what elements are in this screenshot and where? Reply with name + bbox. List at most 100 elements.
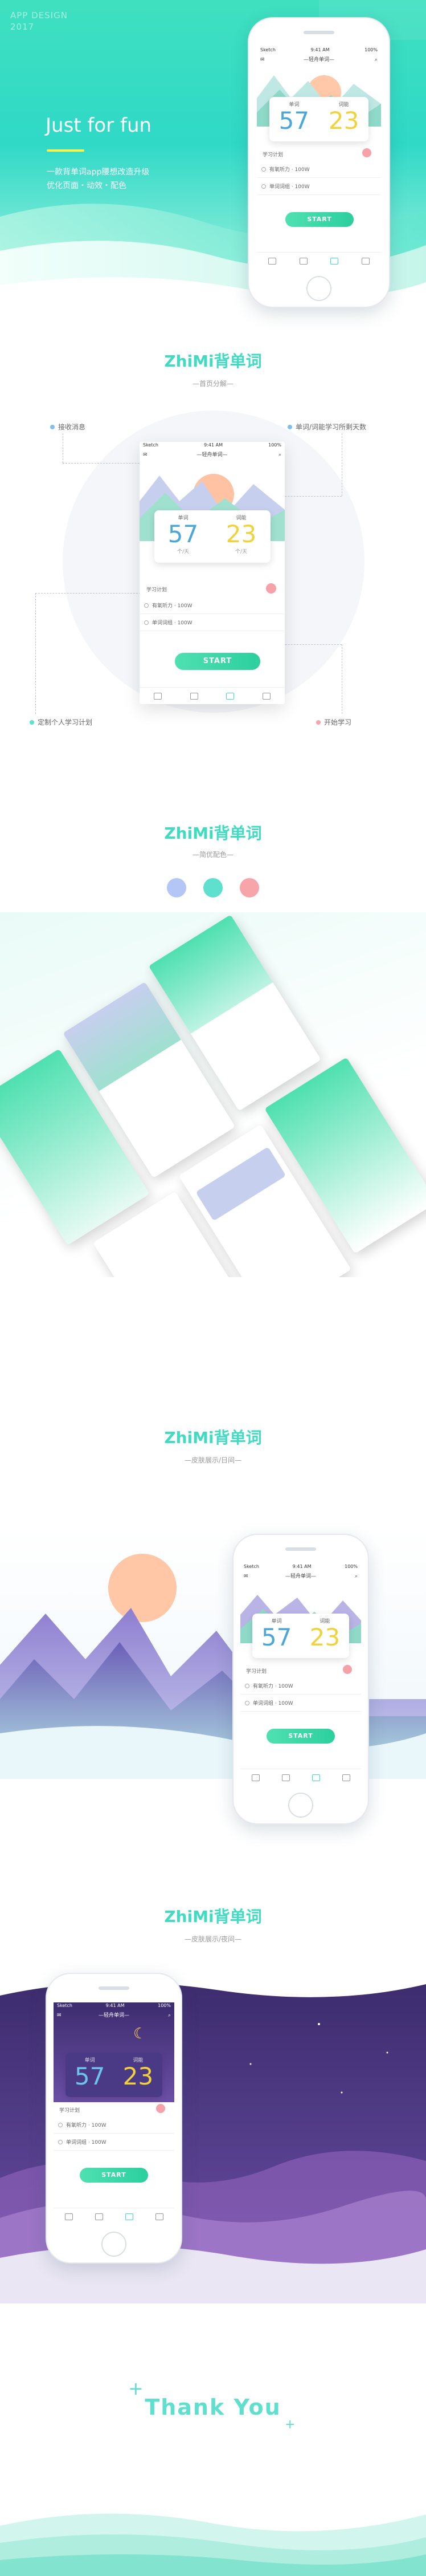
annotation-line	[35, 593, 149, 594]
phone-speaker	[304, 31, 334, 34]
plan-label[interactable]: 学习计划	[59, 2106, 80, 2114]
plan-add-button[interactable]	[343, 1665, 352, 1674]
plan-add-button[interactable]	[362, 148, 371, 157]
list-item[interactable]: 有氧听力 · 100W	[240, 1677, 361, 1695]
annotation-text: 接收消息	[58, 423, 86, 431]
radio-icon	[58, 2139, 63, 2144]
start-button[interactable]: START	[267, 1729, 335, 1744]
app-header-title: —轻舟单词—	[98, 2013, 129, 2018]
tab-plan-icon[interactable]	[125, 2213, 133, 2220]
days-stat: 词能 23	[319, 97, 368, 141]
status-carrier: Sketch	[57, 2003, 72, 2008]
day-phone-screen: Sketch 9:41 AM 100% ✉ —轻舟单词— ⌕ 单词 57 词能 …	[240, 1563, 361, 1786]
start-button[interactable]: START	[80, 2168, 148, 2183]
annotation-text: 单词/词能学习所剩天数	[296, 423, 367, 431]
hero-accent-bar	[47, 149, 84, 152]
list-item[interactable]: 单词词组 · 100W	[257, 178, 381, 195]
radio-icon	[245, 1700, 249, 1705]
phone-speaker	[285, 1547, 316, 1551]
plan-list: 有氧听力 · 100W 单词词组 · 100W	[240, 1677, 361, 1712]
tab-bar	[240, 1769, 361, 1786]
radio-icon	[261, 184, 266, 189]
tab-bar	[140, 687, 285, 704]
annotation-dot-icon	[50, 424, 55, 429]
hero-tag-line2: 2017	[10, 22, 35, 32]
tab-book-icon[interactable]	[281, 1774, 290, 1781]
tab-home-icon[interactable]	[64, 2213, 73, 2220]
screens-collage	[0, 912, 426, 1277]
list-item[interactable]: 有氧听力 · 100W	[257, 161, 381, 178]
section4-subtitle: —皮肤展示/夜间—	[184, 1935, 242, 1943]
tab-plan-icon[interactable]	[330, 257, 339, 265]
list-item[interactable]: 单词词组 · 100W	[54, 2134, 174, 2151]
day-phone: Sketch 9:41 AM 100% ✉ —轻舟单词— ⌕ 单词 57 词能 …	[232, 1534, 369, 1825]
plan-label[interactable]: 学习计划	[246, 1667, 267, 1675]
plan-add-button[interactable]	[266, 583, 276, 594]
list-item[interactable]: 单词词组 · 100W	[140, 614, 285, 631]
list-item-label: 有氧听力 · 100W	[253, 1684, 293, 1689]
start-button[interactable]: START	[175, 653, 260, 670]
moon-icon: ☾	[133, 2025, 147, 2042]
status-battery: 100%	[345, 1564, 358, 1569]
message-icon[interactable]: ✉	[57, 2009, 62, 2022]
tab-bar	[54, 2208, 174, 2225]
night-phone-screen: Sketch 9:41 AM 100% ✉ —轻舟单词— ⌕ ☾ 单词 57 词…	[54, 2002, 174, 2225]
list-item[interactable]: 单词词组 · 100W	[240, 1695, 361, 1712]
status-bar: Sketch 9:41 AM 100%	[240, 1563, 361, 1570]
words-value: 57	[167, 520, 199, 548]
tab-plan-icon[interactable]	[226, 692, 235, 700]
app-header: ✉ —轻舟单词— ⌕	[140, 449, 285, 461]
search-icon[interactable]: ⌕	[278, 449, 281, 461]
hero-title: Just for fun	[46, 114, 152, 137]
tab-home-icon[interactable]	[153, 692, 162, 700]
plan-list: 有氧听力 · 100W 单词词组 · 100W	[54, 2116, 174, 2151]
days-stat: 词能 23 个/天	[212, 510, 271, 563]
list-item[interactable]: 有氧听力 · 100W	[54, 2116, 174, 2134]
search-icon[interactable]: ⌕	[168, 2009, 171, 2022]
days-stat: 词能 23	[301, 1614, 349, 1658]
tab-plan-icon[interactable]	[312, 1774, 320, 1781]
list-item-label: 有氧听力 · 100W	[269, 167, 310, 173]
start-button[interactable]: START	[285, 212, 354, 227]
tab-book-icon[interactable]	[95, 2213, 103, 2220]
radio-icon	[245, 1683, 249, 1688]
plan-label[interactable]: 学习计划	[146, 586, 167, 593]
hero-phone-screen: Sketch 9:41 AM 100% ✉ —轻舟单词— ⌕ 单词 57 词能 …	[257, 47, 381, 269]
annotation-line	[35, 593, 36, 714]
tab-home-icon[interactable]	[268, 257, 277, 265]
tab-profile-icon[interactable]	[263, 692, 271, 700]
days-value: 23	[122, 2062, 154, 2090]
message-icon[interactable]: ✉	[143, 449, 148, 461]
status-time: 9:41 AM	[105, 2003, 125, 2008]
list-item[interactable]: 有氧听力 · 100W	[140, 597, 285, 614]
days-stat: 词能 23	[114, 2053, 162, 2097]
status-bar: Sketch 9:41 AM 100%	[54, 2002, 174, 2009]
annotation-text: 定制个人学习计划	[38, 718, 93, 726]
plan-add-button[interactable]	[156, 2104, 165, 2113]
words-stat: 单词 57	[65, 2053, 114, 2097]
plan-label[interactable]: 学习计划	[263, 151, 283, 158]
hero-desc-line1: 一款背单词app腰想改造升级	[47, 168, 150, 177]
tab-home-icon[interactable]	[251, 1774, 260, 1781]
tab-profile-icon[interactable]	[361, 257, 370, 265]
color-swatch-green	[203, 878, 223, 897]
status-carrier: Sketch	[143, 442, 158, 448]
app-header-title: —轻舟单词—	[285, 1574, 316, 1579]
list-item-label: 有氧听力 · 100W	[66, 2123, 106, 2128]
tab-book-icon[interactable]	[299, 257, 308, 265]
tab-book-icon[interactable]	[190, 692, 198, 700]
home-button	[306, 276, 331, 301]
thank-you-text: Thank You	[145, 2395, 281, 2420]
home-button	[101, 2232, 126, 2257]
days-value: 23	[328, 107, 359, 135]
list-item-label: 单词词组 · 100W	[152, 620, 192, 626]
section4-title: ZhiMi背单词	[164, 1907, 262, 1926]
stats-card: 单词 57 个/天 词能 23 个/天	[154, 510, 271, 563]
annotation-message: 接收消息	[50, 422, 85, 432]
tab-profile-icon[interactable]	[342, 1774, 350, 1781]
plan-list: 有氧听力 · 100W 单词词组 · 100W	[140, 597, 285, 631]
tab-bar	[257, 252, 381, 269]
tab-profile-icon[interactable]	[155, 2213, 163, 2220]
days-value: 23	[226, 520, 257, 548]
hero-tag-line1: APP DESIGN	[10, 10, 68, 21]
